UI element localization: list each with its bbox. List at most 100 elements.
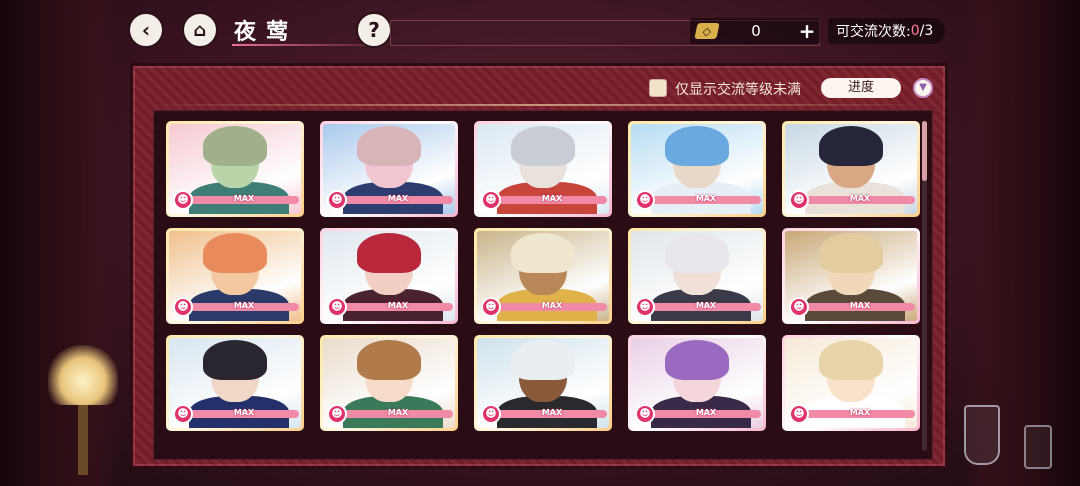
affinity-bar: MAX ☻ <box>327 190 453 210</box>
affinity-level-label: MAX <box>541 301 563 310</box>
heart-icon: ☻ <box>173 404 193 424</box>
affinity-bar: MAX ☻ <box>327 404 453 424</box>
back-button[interactable]: ‹ <box>128 12 164 48</box>
character-card[interactable]: MAX ☻ <box>320 121 458 217</box>
portrait-hair <box>357 126 421 166</box>
character-card[interactable]: MAX ☻ <box>628 228 766 324</box>
ticket-icon: ◇ <box>694 23 720 39</box>
building-icon: ⌂ <box>193 19 207 41</box>
exchange-label: 可交流次数: <box>836 24 911 40</box>
affinity-level-label: MAX <box>233 301 255 310</box>
card-inner: MAX ☻ <box>477 338 609 428</box>
affinity-level-label: MAX <box>541 408 563 417</box>
home-button[interactable]: ⌂ <box>182 12 218 48</box>
affinity-bar: MAX ☻ <box>635 190 761 210</box>
heart-icon: ☻ <box>173 297 193 317</box>
card-inner: MAX ☻ <box>169 231 301 321</box>
affinity-bar: MAX ☻ <box>173 190 299 210</box>
heart-icon: ☻ <box>789 404 809 424</box>
sort-button[interactable]: 进度 <box>821 78 901 98</box>
heart-icon: ☻ <box>789 190 809 210</box>
filter-row: 仅显示交流等级未满 进度 ▼ <box>133 66 945 108</box>
affinity-bar: MAX ☻ <box>789 190 915 210</box>
affinity-level-label: MAX <box>541 194 563 203</box>
character-card[interactable]: MAX ☻ <box>474 335 612 431</box>
affinity-level-label: MAX <box>695 194 717 203</box>
affinity-bar: MAX ☻ <box>635 297 761 317</box>
card-inner: MAX ☻ <box>323 124 455 214</box>
character-card[interactable]: MAX ☻ <box>628 121 766 217</box>
character-card[interactable]: MAX ☻ <box>166 121 304 217</box>
portrait-hair <box>819 126 883 166</box>
top-bar: ‹ ⌂ 夜莺 ? ◇ 0 + 可交流次数: 0 /3 <box>0 0 1080 60</box>
character-card[interactable]: MAX ☻ <box>474 121 612 217</box>
portrait-hair <box>819 233 883 273</box>
affinity-bar: MAX ☻ <box>173 297 299 317</box>
heart-icon: ☻ <box>327 404 347 424</box>
heart-icon: ☻ <box>635 404 655 424</box>
character-card[interactable]: MAX ☻ <box>320 228 458 324</box>
character-grid: MAX ☻ MAX ☻ MAX ☻ MAX ☻ MAX ☻ MAX ☻ MAX ☻ MAX ☻ MAX ☻ MAX ☻… <box>153 110 933 460</box>
glass-decoration <box>964 405 1000 465</box>
affinity-bar: MAX ☻ <box>481 190 607 210</box>
portrait-hair <box>203 340 267 380</box>
heart-icon: ☻ <box>327 190 347 210</box>
affinity-level-label: MAX <box>387 194 409 203</box>
scroll-thumb[interactable] <box>922 121 927 181</box>
character-card[interactable]: MAX ☻ <box>782 335 920 431</box>
affinity-bar: MAX ☻ <box>789 297 915 317</box>
affinity-bar: MAX ☻ <box>481 404 607 424</box>
affinity-level-label: MAX <box>233 408 255 417</box>
filter-label[interactable]: 仅显示交流等级未满 <box>675 79 801 99</box>
filter-checkbox[interactable] <box>649 79 667 97</box>
portrait-hair <box>357 340 421 380</box>
heart-icon: ☻ <box>173 190 193 210</box>
affinity-bar: MAX ☻ <box>481 297 607 317</box>
character-card[interactable]: MAX ☻ <box>166 335 304 431</box>
affinity-bar: MAX ☻ <box>789 404 915 424</box>
portrait-hair <box>665 233 729 273</box>
affinity-level-label: MAX <box>387 408 409 417</box>
character-card[interactable]: MAX ☻ <box>474 228 612 324</box>
exchange-max: /3 <box>919 23 934 39</box>
card-inner: MAX ☻ <box>785 338 917 428</box>
help-button[interactable]: ? <box>356 12 392 48</box>
exchange-count: 可交流次数: 0 /3 <box>828 18 946 44</box>
card-inner: MAX ☻ <box>631 338 763 428</box>
card-inner: MAX ☻ <box>477 124 609 214</box>
back-arrow-icon: ‹ <box>141 18 151 42</box>
character-card[interactable]: MAX ☻ <box>166 228 304 324</box>
affinity-level-label: MAX <box>849 301 871 310</box>
card-inner: MAX ☻ <box>785 124 917 214</box>
affinity-level-label: MAX <box>695 408 717 417</box>
card-inner: MAX ☻ <box>169 338 301 428</box>
character-card[interactable]: MAX ☻ <box>320 335 458 431</box>
affinity-level-label: MAX <box>849 194 871 203</box>
heart-icon: ☻ <box>481 297 501 317</box>
character-card[interactable]: MAX ☻ <box>782 228 920 324</box>
portrait-hair <box>819 340 883 380</box>
heart-icon: ☻ <box>635 297 655 317</box>
card-inner: MAX ☻ <box>169 124 301 214</box>
affinity-level-label: MAX <box>233 194 255 203</box>
portrait-hair <box>665 126 729 166</box>
character-card[interactable]: MAX ☻ <box>782 121 920 217</box>
curtain-left <box>0 0 120 486</box>
heart-icon: ☻ <box>481 190 501 210</box>
card-inner: MAX ☻ <box>323 338 455 428</box>
affinity-bar: MAX ☻ <box>327 297 453 317</box>
sort-order-toggle[interactable]: ▼ <box>913 78 933 98</box>
card-inner: MAX ☻ <box>631 231 763 321</box>
heart-icon: ☻ <box>789 297 809 317</box>
scrollbar[interactable] <box>922 121 927 451</box>
card-inner: MAX ☻ <box>631 124 763 214</box>
affinity-bar: MAX ☻ <box>173 404 299 424</box>
lamp-stand <box>78 405 88 475</box>
heart-icon: ☻ <box>481 404 501 424</box>
currency-display: ◇ 0 + <box>690 18 820 44</box>
add-currency-button[interactable]: + <box>794 19 820 43</box>
card-inner: MAX ☻ <box>785 231 917 321</box>
character-card[interactable]: MAX ☻ <box>628 335 766 431</box>
help-icon: ? <box>368 18 380 42</box>
page-title: 夜莺 <box>234 19 299 45</box>
